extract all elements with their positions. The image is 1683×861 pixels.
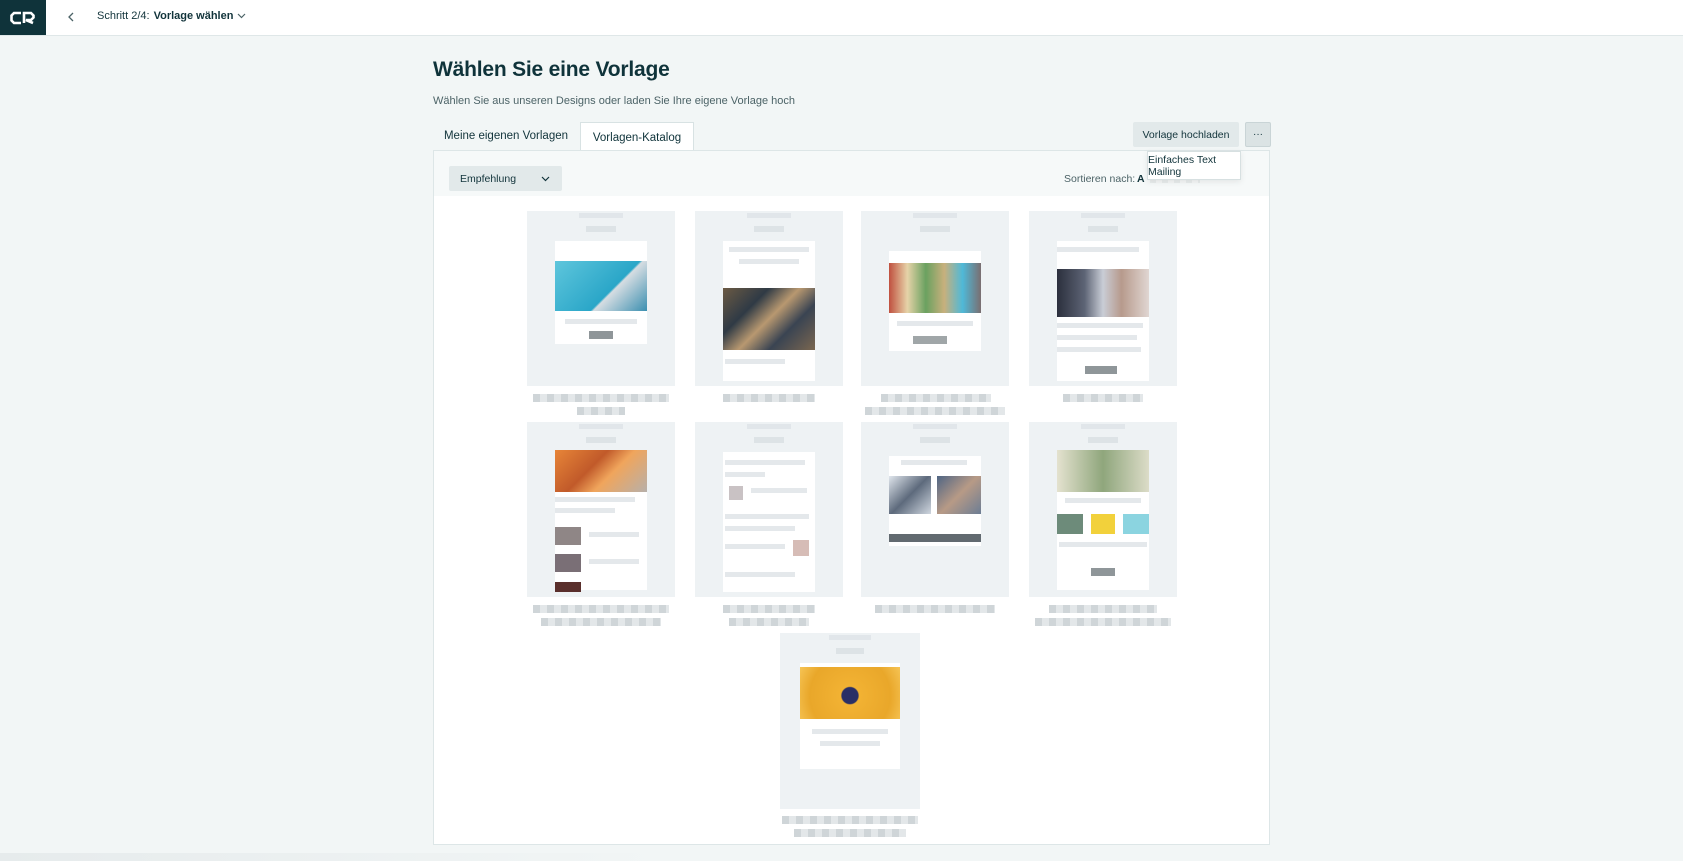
catalog-panel: Empfehlung Sortieren nach: A	[433, 150, 1270, 845]
template-card[interactable]	[1029, 422, 1177, 626]
template-card[interactable]	[527, 422, 675, 626]
step-selector[interactable]: Schritt 2/4: Vorlage wählen	[97, 10, 246, 22]
template-card[interactable]	[861, 422, 1009, 618]
top-bar: Schritt 2/4: Vorlage wählen	[0, 0, 1683, 36]
sort-select[interactable]: A	[1137, 173, 1147, 185]
template-thumbnail	[861, 422, 1009, 597]
filter-selected-value: Empfehlung	[460, 172, 517, 185]
chevron-left-icon	[68, 12, 74, 22]
step-title: Vorlage wählen	[153, 10, 234, 22]
upload-template-button[interactable]: Vorlage hochladen	[1133, 122, 1239, 147]
bottom-scroll-edge	[0, 853, 1683, 861]
back-button[interactable]	[62, 8, 80, 26]
cr-logo-icon	[10, 11, 35, 24]
template-thumbnail	[780, 633, 920, 809]
filter-bar: Empfehlung Sortieren nach: A	[434, 151, 1269, 196]
page-subtitle: Wählen Sie aus unseren Designs oder lade…	[433, 95, 796, 107]
template-card[interactable]	[1029, 211, 1177, 407]
template-card[interactable]	[695, 422, 843, 626]
step-prefix: Schritt 2/4:	[97, 10, 150, 22]
more-options-button[interactable]: ···	[1245, 122, 1271, 147]
chevron-down-icon	[541, 176, 550, 181]
template-thumbnail	[1029, 211, 1177, 386]
tab-template-catalog[interactable]: Vorlagen-Katalog	[580, 122, 694, 152]
template-card[interactable]	[527, 211, 675, 415]
template-thumbnail	[695, 211, 843, 386]
page-title: Wählen Sie eine Vorlage	[433, 58, 670, 81]
template-thumbnail	[527, 211, 675, 386]
template-thumbnail	[527, 422, 675, 597]
template-thumbnail	[695, 422, 843, 597]
more-icon: ···	[1253, 128, 1263, 140]
logo[interactable]	[0, 0, 46, 35]
sort-label: Sortieren nach:	[1064, 173, 1136, 185]
template-thumbnail	[861, 211, 1009, 386]
menu-item-simple-text-mailing[interactable]: Einfaches Text Mailing	[1147, 151, 1241, 180]
template-card[interactable]	[861, 211, 1009, 415]
template-card[interactable]	[695, 211, 843, 407]
template-card[interactable]	[780, 633, 920, 838]
template-thumbnail	[1029, 422, 1177, 597]
filter-select[interactable]: Empfehlung	[449, 166, 562, 191]
tab-my-templates[interactable]: Meine eigenen Vorlagen	[433, 122, 579, 150]
template-grid	[439, 196, 1264, 842]
chevron-down-icon	[238, 13, 246, 19]
